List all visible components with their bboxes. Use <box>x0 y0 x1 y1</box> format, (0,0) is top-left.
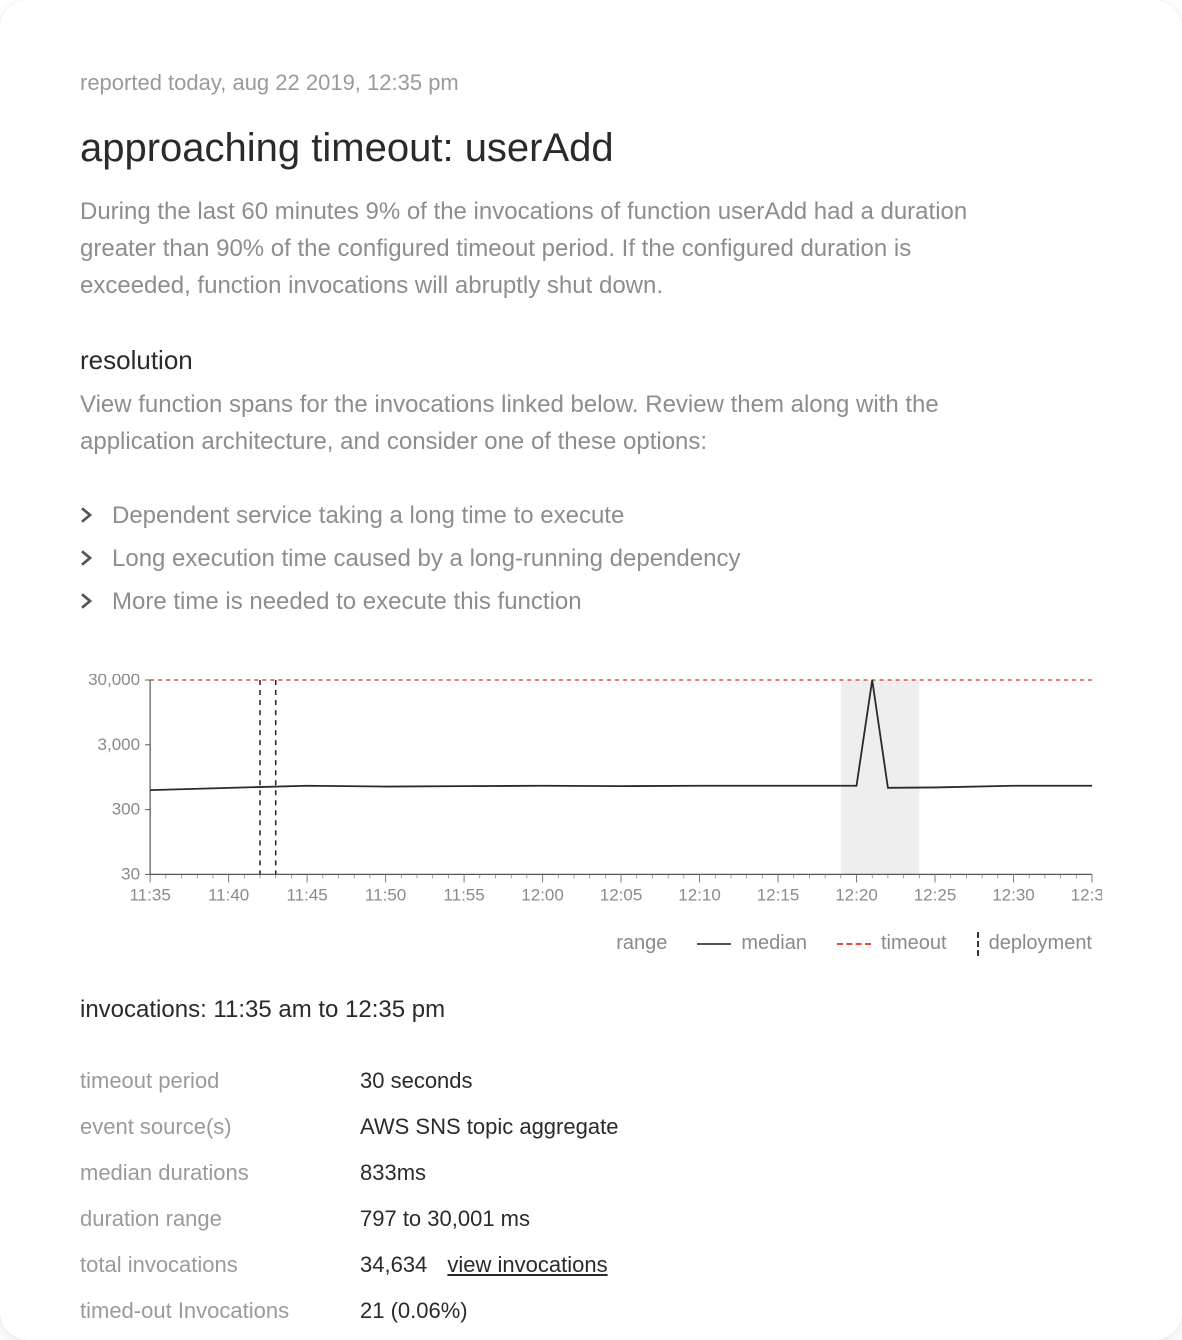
table-row: duration range 797 to 30,001 ms <box>80 1196 618 1242</box>
resolution-text: View function spans for the invocations … <box>80 386 1020 460</box>
svg-text:12:25: 12:25 <box>914 885 957 904</box>
table-row: event source(s) AWS SNS topic aggregate <box>80 1104 618 1150</box>
legend-label: timeout <box>881 932 947 955</box>
table-row: timed-out Invocations 21 (0.06%) <box>80 1288 618 1334</box>
table-row: timeout period 30 seconds <box>80 1058 618 1104</box>
resolution-option[interactable]: Dependent service taking a long time to … <box>80 494 1102 537</box>
option-label: Long execution time caused by a long-run… <box>112 537 740 580</box>
row-label: total invocations <box>80 1242 360 1288</box>
svg-text:3,000: 3,000 <box>98 734 141 753</box>
option-label: Dependent service taking a long time to … <box>112 494 624 537</box>
row-value: 30 seconds <box>360 1058 618 1104</box>
chart-svg: 30 300 3,000 30,000 11:35 11:40 11:45 11:50 11:5… <box>80 674 1102 914</box>
row-value: 21 (0.06%) <box>360 1288 618 1334</box>
dashed-line-icon <box>837 943 871 945</box>
resolution-option[interactable]: Long execution time caused by a long-run… <box>80 537 1102 580</box>
svg-text:11:50: 11:50 <box>365 885 406 904</box>
svg-text:12:15: 12:15 <box>757 885 800 904</box>
report-card: reported today, aug 22 2019, 12:35 pm ap… <box>0 0 1182 1340</box>
resolution-options: Dependent service taking a long time to … <box>80 494 1102 624</box>
legend-median: median <box>697 932 807 955</box>
report-timestamp: reported today, aug 22 2019, 12:35 pm <box>80 70 1102 96</box>
legend-label: median <box>741 932 807 955</box>
duration-chart: 30 300 3,000 30,000 11:35 11:40 11:45 11:50 11:5… <box>80 674 1102 914</box>
svg-text:300: 300 <box>112 799 140 818</box>
table-row: median durations 833ms <box>80 1150 618 1196</box>
svg-text:12:05: 12:05 <box>600 885 643 904</box>
row-label: timed-out Invocations <box>80 1288 360 1334</box>
svg-text:12:30: 12:30 <box>992 885 1035 904</box>
row-value: AWS SNS topic aggregate <box>360 1104 618 1150</box>
invocations-heading: invocations: 11:35 am to 12:35 pm <box>80 996 1102 1024</box>
legend-deployment: deployment <box>977 932 1092 956</box>
chart-legend: range median timeout deployment <box>80 932 1102 956</box>
svg-text:12:20: 12:20 <box>835 885 878 904</box>
legend-range: range <box>616 932 667 955</box>
svg-text:30: 30 <box>121 864 140 883</box>
row-label: median durations <box>80 1150 360 1196</box>
svg-text:12:35: 12:35 <box>1071 885 1102 904</box>
resolution-option[interactable]: More time is needed to execute this func… <box>80 580 1102 623</box>
line-icon <box>697 943 731 945</box>
report-title: approaching timeout: userAdd <box>80 126 1102 171</box>
row-label: duration range <box>80 1196 360 1242</box>
svg-text:12:10: 12:10 <box>678 885 721 904</box>
total-invocations-value: 34,634 <box>360 1252 427 1277</box>
invocations-table: timeout period 30 seconds event source(s… <box>80 1058 618 1334</box>
row-value: 34,634 view invocations <box>360 1242 618 1288</box>
legend-timeout: timeout <box>837 932 947 955</box>
svg-text:11:45: 11:45 <box>286 885 327 904</box>
svg-text:11:35: 11:35 <box>129 885 170 904</box>
row-value: 833ms <box>360 1150 618 1196</box>
svg-text:30,000: 30,000 <box>88 674 140 689</box>
legend-label: range <box>616 932 667 955</box>
row-value: 797 to 30,001 ms <box>360 1196 618 1242</box>
legend-label: deployment <box>989 932 1092 955</box>
chevron-right-icon <box>80 580 94 623</box>
row-label: timeout period <box>80 1058 360 1104</box>
table-row: total invocations 34,634 view invocation… <box>80 1242 618 1288</box>
chevron-right-icon <box>80 537 94 580</box>
svg-text:11:40: 11:40 <box>208 885 249 904</box>
view-invocations-link[interactable]: view invocations <box>447 1252 607 1277</box>
option-label: More time is needed to execute this func… <box>112 580 582 623</box>
report-summary: During the last 60 minutes 9% of the inv… <box>80 193 1020 305</box>
svg-text:11:55: 11:55 <box>443 885 484 904</box>
resolution-heading: resolution <box>80 345 1102 376</box>
svg-text:12:00: 12:00 <box>521 885 564 904</box>
chevron-right-icon <box>80 494 94 537</box>
dashed-vertical-icon <box>977 932 979 956</box>
row-label: event source(s) <box>80 1104 360 1150</box>
